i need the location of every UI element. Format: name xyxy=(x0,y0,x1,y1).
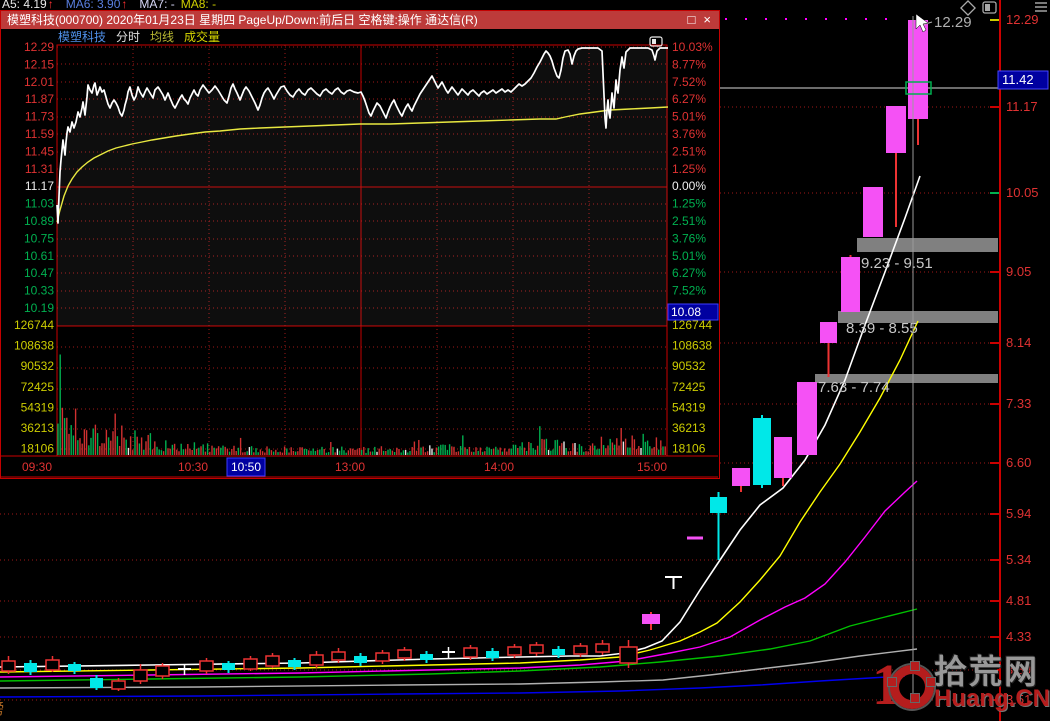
tab-均线[interactable]: 均线 xyxy=(150,30,174,44)
candle-limit-up xyxy=(886,106,906,153)
diamond-icon[interactable] xyxy=(961,1,975,15)
main-price-label: 4.81 xyxy=(1006,593,1031,608)
candle-up xyxy=(112,681,125,689)
candle-down xyxy=(354,656,367,663)
ma-grey xyxy=(0,649,917,688)
main-price-label: 10.05 xyxy=(1006,185,1039,200)
main-price-label: 7.33 xyxy=(1006,396,1031,411)
mouse-cursor-icon xyxy=(916,14,928,32)
tab-stock-name[interactable]: 模塑科技 xyxy=(58,30,106,44)
main-price-label: 6.60 xyxy=(1006,455,1031,470)
chart-tabs: 模塑科技分时均线成交量 xyxy=(1,29,719,46)
indicator-bar: A5: 4.19↑MA6: 3.90↑MA7: -MA8: - xyxy=(2,0,222,10)
candle-limit-up xyxy=(774,437,792,478)
candle-up xyxy=(2,661,15,671)
candle-up xyxy=(46,660,59,670)
candle-up xyxy=(574,646,587,654)
candle-limit-up xyxy=(908,20,928,119)
chip-bar xyxy=(815,374,998,383)
main-price-label: 9.05 xyxy=(1006,264,1031,279)
tab-成交量[interactable]: 成交量 xyxy=(184,30,220,44)
candle-up xyxy=(156,666,169,676)
candle-down xyxy=(222,663,235,670)
hover-price-label: 12.29 xyxy=(934,14,972,31)
chip-range-label: 9.23 - 9.51 xyxy=(861,255,933,272)
candle-limit-up xyxy=(797,382,817,455)
window-title: 模塑科技(000700) 2020年01月23日 星期四 PageUp/Down… xyxy=(7,11,688,29)
close-button[interactable]: × xyxy=(703,11,711,29)
chip-range-label: 7.63 - 7.74 xyxy=(818,379,890,396)
candle-down xyxy=(90,678,103,688)
candle-up xyxy=(530,645,543,653)
candle-up xyxy=(332,652,345,660)
candle-limit-up xyxy=(863,187,883,237)
window-titlebar[interactable]: 模塑科技(000700) 2020年01月23日 星期四 PageUp/Down… xyxy=(1,11,719,29)
ma-blue xyxy=(0,676,905,697)
last-price-box xyxy=(998,71,1048,89)
candle-down xyxy=(486,651,499,658)
chip-bar xyxy=(838,311,998,323)
candle-down xyxy=(24,663,37,672)
split-box-icon[interactable] xyxy=(983,2,996,13)
chip-bar xyxy=(857,238,998,252)
watermark: 1 拾荒网 Huang.CN xyxy=(872,657,1050,719)
app-root: 12.29 11.17 10.05 9.05 8.14 7.33 6.60 5.94 5.34 4… xyxy=(0,0,1050,721)
candle-up xyxy=(200,661,213,671)
candle-up xyxy=(620,647,637,663)
watermark-logo-icon: 1 xyxy=(872,657,932,719)
menu-icon[interactable] xyxy=(1035,3,1047,11)
candle-up xyxy=(508,647,521,655)
tab-分时[interactable]: 分时 xyxy=(116,30,140,44)
watermark-site: 拾荒网 xyxy=(934,657,1050,687)
candle-up xyxy=(244,659,257,669)
watermark-domain: Huang.CN xyxy=(934,687,1050,711)
candle-down xyxy=(710,497,727,513)
chip-range-label: 8.39 - 8.55 xyxy=(846,320,918,337)
main-price-label: 4.33 xyxy=(1006,629,1031,644)
candle-down xyxy=(288,660,301,667)
main-price-label: 5.94 xyxy=(1006,506,1031,521)
ma-magenta xyxy=(0,481,917,677)
candle-up xyxy=(266,656,279,666)
candle-limit-up xyxy=(841,257,860,312)
candle-limit-up xyxy=(820,322,837,343)
ma-green xyxy=(0,609,917,681)
candle-down xyxy=(68,664,81,671)
candle-up xyxy=(376,653,389,661)
main-price-label: 11.17 xyxy=(1006,99,1038,114)
gear-icon xyxy=(890,665,934,709)
candle-down xyxy=(420,654,433,660)
candle-up xyxy=(464,648,477,657)
candle-limit-up xyxy=(732,468,750,486)
main-price-label: 8.14 xyxy=(1006,335,1031,350)
candle-down xyxy=(552,649,565,655)
main-price-label: 5.34 xyxy=(1006,552,1031,567)
candle-up xyxy=(398,650,411,658)
watermark-corner-glyph: 榜 xyxy=(0,695,4,719)
candle-up xyxy=(596,644,609,652)
candle-down xyxy=(753,418,771,485)
maximize-button[interactable]: □ xyxy=(688,11,696,29)
candle-limit-up xyxy=(642,614,660,624)
candle-up xyxy=(310,655,323,665)
main-price-label: 12.29 xyxy=(1006,12,1039,27)
intraday-popup-window[interactable]: 模塑科技(000700) 2020年01月23日 星期四 PageUp/Down… xyxy=(0,10,720,479)
candle-up xyxy=(134,670,147,681)
last-price-value: 11.42 xyxy=(1002,72,1034,87)
